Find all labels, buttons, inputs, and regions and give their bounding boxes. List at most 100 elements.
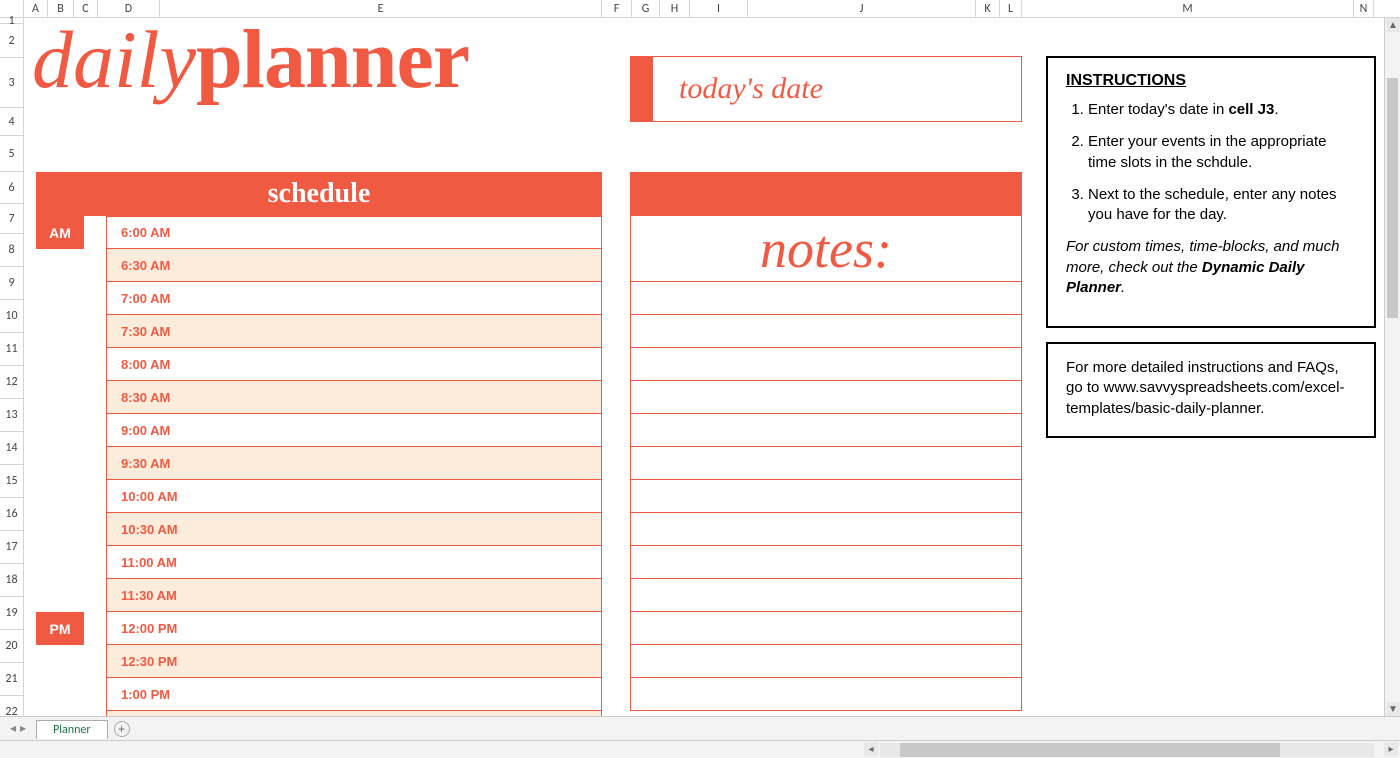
note-line[interactable]: [630, 348, 1022, 381]
row-header-15[interactable]: 15: [0, 465, 23, 498]
column-header-E[interactable]: E: [160, 0, 602, 17]
time-slot[interactable]: 7:30 AM: [106, 315, 602, 348]
schedule-header: schedule: [36, 172, 602, 216]
column-header-B[interactable]: B: [48, 0, 74, 17]
sheet-tab-planner[interactable]: Planner: [36, 720, 107, 739]
column-header-A[interactable]: A: [24, 0, 48, 17]
row-headers: 12345678910111213141516171819202122: [0, 18, 24, 729]
column-header-H[interactable]: H: [660, 0, 690, 17]
column-header-I[interactable]: I: [690, 0, 748, 17]
todays-date-box[interactable]: today's date: [630, 56, 1022, 122]
time-slot[interactable]: 11:30 AM: [106, 579, 602, 612]
date-box-tab: [631, 57, 653, 121]
note-line[interactable]: [630, 546, 1022, 579]
vertical-scrollbar[interactable]: ▲ ▼: [1384, 18, 1400, 716]
scroll-down-button[interactable]: ▼: [1386, 702, 1400, 716]
schedule-gap: [84, 348, 106, 381]
worksheet-area[interactable]: dailyplanner schedule AM6:00 AM6:30 AM7:…: [24, 18, 1392, 724]
schedule-gutter: [36, 513, 84, 546]
title-serif: planner: [196, 18, 469, 106]
schedule-gap: [84, 678, 106, 711]
row-header-12[interactable]: 12: [0, 366, 23, 399]
row-header-11[interactable]: 11: [0, 333, 23, 366]
schedule-gap: [84, 282, 106, 315]
instructions-heading: INSTRUCTIONS: [1066, 72, 1356, 90]
note-line[interactable]: [630, 315, 1022, 348]
row-header-10[interactable]: 10: [0, 300, 23, 333]
column-header-F[interactable]: F: [602, 0, 632, 17]
column-header-C[interactable]: C: [74, 0, 98, 17]
title-script: daily: [32, 18, 196, 105]
time-slot[interactable]: 9:00 AM: [106, 414, 602, 447]
row-header-19[interactable]: 19: [0, 597, 23, 630]
time-slot[interactable]: 11:00 AM: [106, 546, 602, 579]
schedule-gutter: [36, 348, 84, 381]
schedule-row: 12:30 PM: [36, 645, 602, 678]
note-line[interactable]: [630, 579, 1022, 612]
column-header-L[interactable]: L: [1000, 0, 1022, 17]
row-header-2[interactable]: 2: [0, 24, 23, 58]
row-header-21[interactable]: 21: [0, 663, 23, 696]
time-slot[interactable]: 6:00 AM: [106, 216, 602, 249]
row-header-13[interactable]: 13: [0, 399, 23, 432]
column-header-N[interactable]: N: [1354, 0, 1374, 17]
time-slot[interactable]: 10:30 AM: [106, 513, 602, 546]
row-header-14[interactable]: 14: [0, 432, 23, 465]
note-line[interactable]: [630, 381, 1022, 414]
row-header-20[interactable]: 20: [0, 630, 23, 663]
schedule-row: 7:00 AM: [36, 282, 602, 315]
row-header-4[interactable]: 4: [0, 108, 23, 136]
note-line[interactable]: [630, 513, 1022, 546]
row-header-17[interactable]: 17: [0, 531, 23, 564]
time-slot[interactable]: 7:00 AM: [106, 282, 602, 315]
time-slot[interactable]: 8:00 AM: [106, 348, 602, 381]
column-header-K[interactable]: K: [976, 0, 1000, 17]
row-header-9[interactable]: 9: [0, 267, 23, 300]
row-header-3[interactable]: 3: [0, 58, 23, 108]
tab-prev-button[interactable]: ◂: [10, 721, 16, 736]
tab-next-button[interactable]: ▸: [20, 721, 26, 736]
schedule-gutter: [36, 282, 84, 315]
schedule-row: 9:30 AM: [36, 447, 602, 480]
schedule-gap: [84, 216, 106, 249]
schedule-gap: [84, 546, 106, 579]
schedule-gutter: [36, 480, 84, 513]
row-header-8[interactable]: 8: [0, 234, 23, 267]
row-header-18[interactable]: 18: [0, 564, 23, 597]
column-header-D[interactable]: D: [98, 0, 160, 17]
note-line[interactable]: [630, 480, 1022, 513]
column-header-M[interactable]: M: [1022, 0, 1354, 17]
add-sheet-button[interactable]: +: [114, 721, 130, 737]
schedule-gap: [84, 447, 106, 480]
time-slot[interactable]: 10:00 AM: [106, 480, 602, 513]
column-header-J[interactable]: J: [748, 0, 976, 17]
row-header-16[interactable]: 16: [0, 498, 23, 531]
time-slot[interactable]: 12:00 PM: [106, 612, 602, 645]
time-slot[interactable]: 12:30 PM: [106, 645, 602, 678]
time-slot[interactable]: 9:30 AM: [106, 447, 602, 480]
schedule-gap: [84, 381, 106, 414]
row-header-5[interactable]: 5: [0, 136, 23, 172]
planner-title: dailyplanner: [32, 18, 469, 102]
row-header-7[interactable]: 7: [0, 204, 23, 234]
time-slot[interactable]: 8:30 AM: [106, 381, 602, 414]
schedule-gutter: [36, 546, 84, 579]
time-slot[interactable]: 6:30 AM: [106, 249, 602, 282]
time-slot[interactable]: 1:00 PM: [106, 678, 602, 711]
schedule-row: 11:00 AM: [36, 546, 602, 579]
horizontal-scrollbar[interactable]: ◂ ▸: [0, 740, 1400, 758]
scroll-left-button[interactable]: ◂: [864, 742, 878, 756]
note-line[interactable]: [630, 612, 1022, 645]
scroll-up-button[interactable]: ▲: [1386, 18, 1400, 32]
note-line[interactable]: [630, 414, 1022, 447]
note-line[interactable]: [630, 645, 1022, 678]
horizontal-scroll-thumb[interactable]: [900, 743, 1280, 757]
vertical-scroll-thumb[interactable]: [1387, 78, 1398, 318]
note-line[interactable]: [630, 678, 1022, 711]
schedule-row: 8:00 AM: [36, 348, 602, 381]
column-header-G[interactable]: G: [632, 0, 660, 17]
scroll-right-button[interactable]: ▸: [1384, 742, 1398, 756]
note-line[interactable]: [630, 447, 1022, 480]
note-line[interactable]: [630, 282, 1022, 315]
row-header-6[interactable]: 6: [0, 172, 23, 204]
